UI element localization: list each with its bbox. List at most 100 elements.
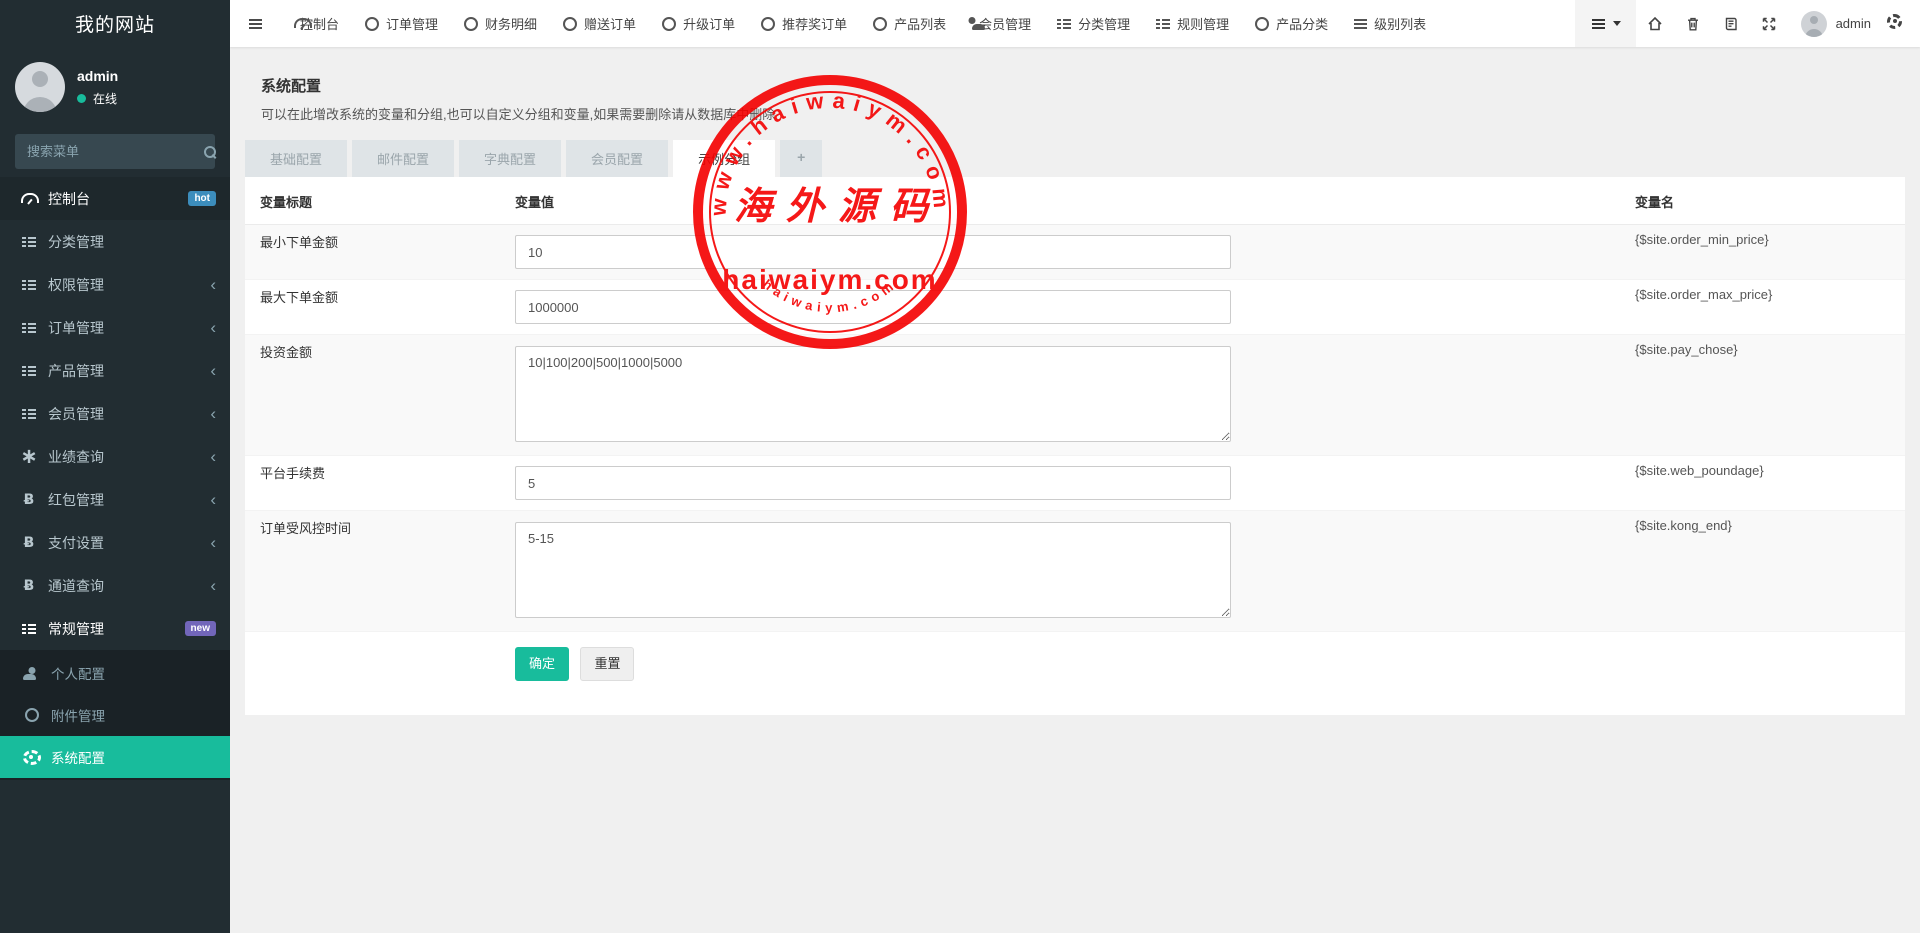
circle-icon (23, 708, 41, 722)
search-input[interactable] (27, 144, 203, 159)
chevron-left-icon (210, 276, 216, 293)
home-button[interactable] (1647, 16, 1663, 32)
bars-icon (1354, 18, 1367, 30)
variable-name: {$site.pay_chose} (1620, 335, 1905, 456)
variable-value-textarea[interactable]: 5-15 (515, 522, 1231, 618)
nav-overflow-dropdown[interactable] (1575, 0, 1636, 47)
circle-icon (563, 17, 577, 31)
circle-icon (761, 17, 775, 31)
sidebar-item[interactable]: 产品管理 (0, 349, 230, 392)
table-row: 最小下单金额 {$site.order_min_price} (245, 225, 1905, 280)
topbar-user-name[interactable]: admin (1836, 16, 1871, 31)
topnav-item[interactable]: 分类管理 (1057, 14, 1130, 33)
sidebar-item[interactable]: 业绩查询 (0, 435, 230, 478)
sidebar-item[interactable]: 权限管理 (0, 263, 230, 306)
settings-button[interactable] (1887, 14, 1902, 34)
variable-value-textarea[interactable]: 10|100|200|500|1000|5000 (515, 346, 1231, 442)
topnav-item[interactable]: 订单管理 (365, 14, 438, 33)
chevron-left-icon (210, 448, 216, 465)
asterisk-icon (20, 451, 38, 463)
topbar-right: admin (1575, 0, 1920, 47)
topnav-item[interactable]: 控制台 (293, 14, 339, 33)
search-icon[interactable] (203, 145, 217, 159)
tab[interactable]: 基础配置 (245, 140, 347, 177)
chevron-left-icon (210, 577, 216, 594)
variable-value-input[interactable] (515, 290, 1231, 324)
topnav-item[interactable]: 产品列表 (873, 14, 946, 33)
sidebar-item-label: 红包管理 (48, 490, 104, 510)
sidebar-item-label: 常规管理 (48, 619, 104, 639)
tab[interactable]: 示例分组 (673, 140, 775, 177)
sidebar-item[interactable]: 分类管理 (0, 220, 230, 263)
sidebar-subitem[interactable]: 系统配置 (0, 736, 230, 778)
variable-value-input[interactable] (515, 235, 1231, 269)
reset-button[interactable]: 重置 (580, 647, 634, 681)
list-icon (20, 623, 38, 635)
sidebar-item[interactable]: 支付设置 (0, 521, 230, 564)
table-row: 最大下单金额 {$site.order_max_price} (245, 280, 1905, 335)
sidebar-item[interactable]: 常规管理 new (0, 607, 230, 650)
form-buttons: 确定 重置 (245, 632, 1905, 715)
tab[interactable]: + (780, 140, 822, 177)
clear-cache-button[interactable] (1685, 16, 1701, 32)
column-header-title: 变量标题 (245, 177, 500, 225)
config-panel: 变量标题 变量值 变量名 最小下单金额 {$site.order_min_pri… (245, 177, 1905, 715)
sidebar-item[interactable]: 控制台 hot (0, 177, 230, 220)
main-content: 系统配置 可以在此增改系统的变量和分组,也可以自定义分组和变量,如果需要删除请从… (230, 47, 1920, 933)
page-description: 可以在此增改系统的变量和分组,也可以自定义分组和变量,如果需要删除请从数据库中删… (261, 104, 1889, 123)
user-status: 在线 (77, 90, 118, 107)
list-icon (1590, 18, 1608, 30)
gears-icon (1887, 14, 1902, 29)
topnav-item[interactable]: 级别列表 (1354, 14, 1426, 33)
variable-title: 最大下单金额 (245, 280, 500, 335)
topnav-item[interactable]: 赠送订单 (563, 14, 636, 33)
app-title[interactable]: 我的网站 (0, 0, 230, 47)
user-avatar-button[interactable] (1801, 11, 1827, 37)
tab[interactable]: 邮件配置 (352, 140, 454, 177)
list-icon (1156, 18, 1170, 30)
home-icon (1647, 16, 1663, 32)
fullscreen-icon (1761, 16, 1777, 32)
sidebar-item[interactable]: 通道查询 (0, 564, 230, 607)
topnav: 控制台 订单管理 财务明细 赠送订单 升级订单 (280, 14, 1439, 33)
list-icon (1057, 18, 1071, 30)
tab[interactable]: 会员配置 (566, 140, 668, 177)
chevron-left-icon (210, 405, 216, 422)
log-button[interactable] (1723, 16, 1739, 32)
sidebar-subitem[interactable]: 附件管理 (0, 694, 230, 736)
sidebar-item[interactable]: 红包管理 (0, 478, 230, 521)
topnav-item[interactable]: 规则管理 (1156, 14, 1229, 33)
variable-title: 订单受风控时间 (245, 511, 500, 632)
sidebar-item-label: 分类管理 (48, 232, 104, 252)
sidebar-item[interactable]: 会员管理 (0, 392, 230, 435)
circle-icon (464, 17, 478, 31)
sidebar-item-label: 通道查询 (48, 576, 104, 596)
variable-value-input[interactable] (515, 466, 1231, 500)
topnav-item[interactable]: 会员管理 (972, 14, 1031, 33)
online-status-dot (77, 94, 86, 103)
sidebar-subitem[interactable]: 个人配置 (0, 652, 230, 694)
sidebar-item[interactable]: 订单管理 (0, 306, 230, 349)
variable-name: {$site.order_max_price} (1620, 280, 1905, 335)
chevron-left-icon (210, 534, 216, 551)
topnav-item[interactable]: 财务明细 (464, 14, 537, 33)
topnav-item[interactable]: 升级订单 (662, 14, 735, 33)
user-status-label: 在线 (93, 90, 117, 107)
sidebar: 我的网站 admin 在线 控制台 hot 分类管理 (0, 0, 230, 933)
topnav-item-label: 会员管理 (979, 14, 1031, 33)
tab[interactable]: 字典配置 (459, 140, 561, 177)
topnav-item-label: 产品分类 (1276, 14, 1328, 33)
topnav-item[interactable]: 推荐奖订单 (761, 14, 847, 33)
sidebar-subitem-label: 系统配置 (51, 747, 105, 767)
sidebar-toggle-button[interactable] (230, 0, 280, 47)
status-badge: hot (188, 191, 216, 206)
page-title: 系统配置 (261, 75, 1889, 96)
submit-button[interactable]: 确定 (515, 647, 569, 681)
fullscreen-button[interactable] (1761, 16, 1777, 32)
list-icon (20, 365, 38, 377)
topnav-item-label: 财务明细 (485, 14, 537, 33)
table-row: 平台手续费 {$site.web_poundage} (245, 456, 1905, 511)
topnav-item[interactable]: 产品分类 (1255, 14, 1328, 33)
sidebar-search (15, 134, 215, 169)
user-icon (23, 667, 41, 680)
